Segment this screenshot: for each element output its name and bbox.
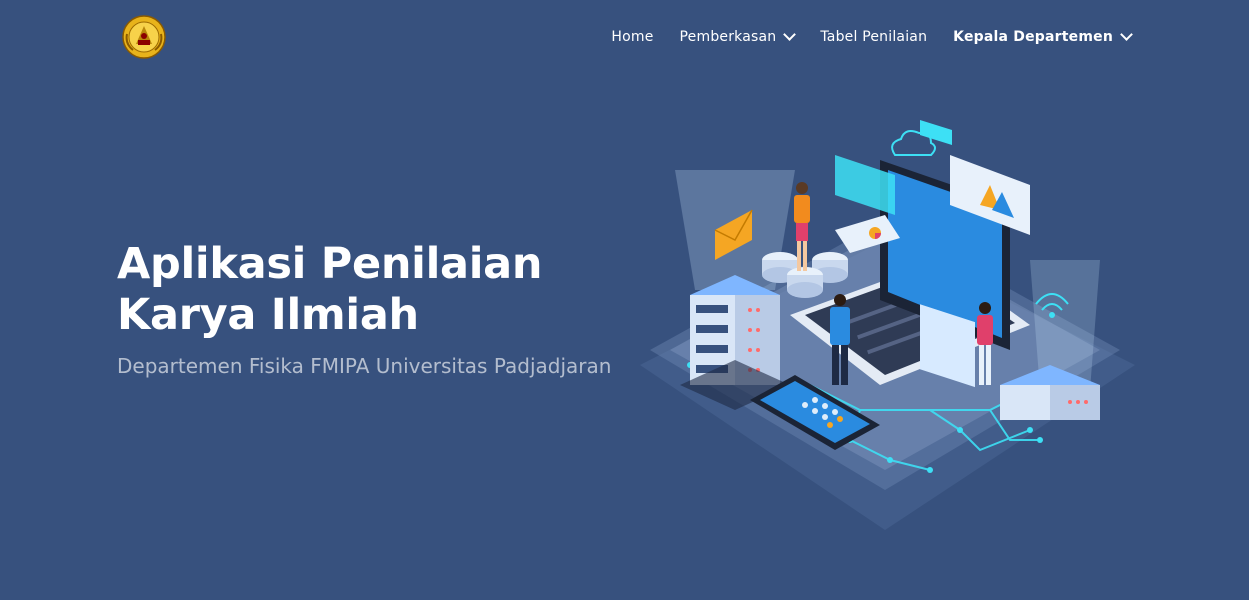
chevron-down-icon	[783, 28, 797, 41]
hero-title: Aplikasi Penilaian Karya Ilmiah	[117, 239, 597, 341]
university-logo-icon[interactable]	[121, 14, 167, 60]
hero-title-line1: Aplikasi Penilaian	[117, 239, 543, 289]
chevron-down-icon	[1120, 28, 1133, 41]
nav-tabel-penilaian[interactable]: Tabel Penilaian	[820, 27, 927, 47]
nav-tabel-penilaian-label: Tabel Penilaian	[820, 29, 928, 45]
isometric-technology-illustration-icon	[640, 120, 1135, 530]
nav-home[interactable]: Home	[611, 27, 653, 47]
nav-kepala-departemen[interactable]: Kepala Departemen	[953, 27, 1133, 47]
nav-pemberkasan-label: Pemberkasan	[679, 29, 777, 45]
nav-pemberkasan[interactable]: Pemberkasan	[679, 27, 797, 47]
nav-home-label: Home	[611, 29, 654, 45]
hero-title-line2: Karya Ilmiah	[117, 290, 419, 340]
page: Home Pemberkasan Tabel Penilaian Kepala …	[0, 0, 1249, 600]
main-navigation: Home Pemberkasan Tabel Penilaian Kepala …	[585, 27, 1133, 47]
site-header: Home Pemberkasan Tabel Penilaian Kepala …	[0, 0, 1249, 74]
hero-subtitle: Departemen Fisika FMIPA Universitas Padj…	[117, 354, 612, 378]
nav-kepala-departemen-label: Kepala Departemen	[953, 29, 1113, 45]
